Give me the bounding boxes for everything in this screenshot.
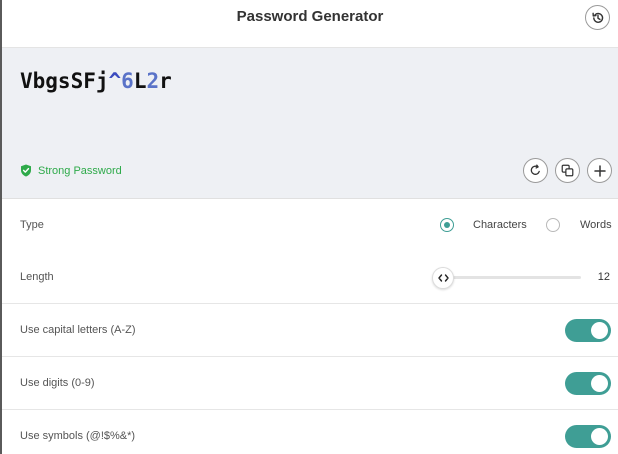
- password-segment-digit: 6: [121, 69, 134, 93]
- digits-label: Use digits (0-9): [20, 377, 95, 389]
- length-value: 12: [597, 271, 610, 283]
- plus-icon: [593, 164, 606, 177]
- radio-characters[interactable]: [440, 218, 454, 232]
- symbols-label: Use symbols (@!$%&*): [20, 430, 136, 442]
- digits-row: Use digits (0-9): [2, 357, 618, 410]
- radio-words-label[interactable]: Words: [580, 199, 612, 251]
- copy-icon: [561, 164, 574, 177]
- digits-toggle[interactable]: [565, 372, 611, 395]
- password-segment: VbgsSFj: [20, 69, 109, 93]
- regenerate-icon: [530, 164, 540, 175]
- password-display: VbgsSFj^6L2r Strong Password: [2, 48, 618, 199]
- toggle-knob: [591, 322, 608, 339]
- password-segment-digit: 2: [146, 69, 160, 93]
- regenerate-button[interactable]: [523, 158, 548, 183]
- shield-check-icon: [21, 164, 31, 177]
- strength-label: Strong Password: [38, 164, 122, 177]
- capitals-row: Use capital letters (A-Z): [2, 304, 618, 357]
- password-segment: L: [133, 69, 147, 93]
- strength-indicator: Strong Password: [20, 164, 122, 177]
- add-button[interactable]: [587, 158, 612, 183]
- header: Password Generator: [2, 0, 618, 48]
- length-slider-thumb[interactable]: [432, 267, 455, 289]
- copy-button[interactable]: [555, 158, 580, 183]
- type-label: Type: [20, 219, 44, 231]
- radio-words[interactable]: [546, 218, 560, 232]
- page-title: Password Generator: [236, 8, 384, 25]
- toggle-knob: [591, 428, 608, 445]
- history-button[interactable]: [585, 5, 610, 30]
- capitals-toggle[interactable]: [565, 319, 611, 342]
- password-segment-symbol: ^: [108, 69, 122, 93]
- radio-characters-label[interactable]: Characters: [473, 199, 527, 251]
- capitals-label: Use capital letters (A-Z): [20, 324, 136, 336]
- length-row: Length 12: [2, 251, 618, 304]
- generated-password[interactable]: VbgsSFj^6L2r: [20, 69, 172, 93]
- app-window: Password Generator VbgsSFj^6L2r Strong P…: [0, 0, 618, 454]
- drag-arrows-icon: [438, 274, 449, 282]
- type-row: Type Characters Words: [2, 199, 618, 252]
- toggle-knob: [591, 375, 608, 392]
- history-icon: [591, 12, 603, 23]
- length-label: Length: [20, 271, 54, 283]
- password-segment: r: [159, 69, 172, 93]
- symbols-row: Use symbols (@!$%&*): [2, 410, 618, 454]
- symbols-toggle[interactable]: [565, 425, 611, 448]
- length-slider-track[interactable]: [433, 276, 581, 279]
